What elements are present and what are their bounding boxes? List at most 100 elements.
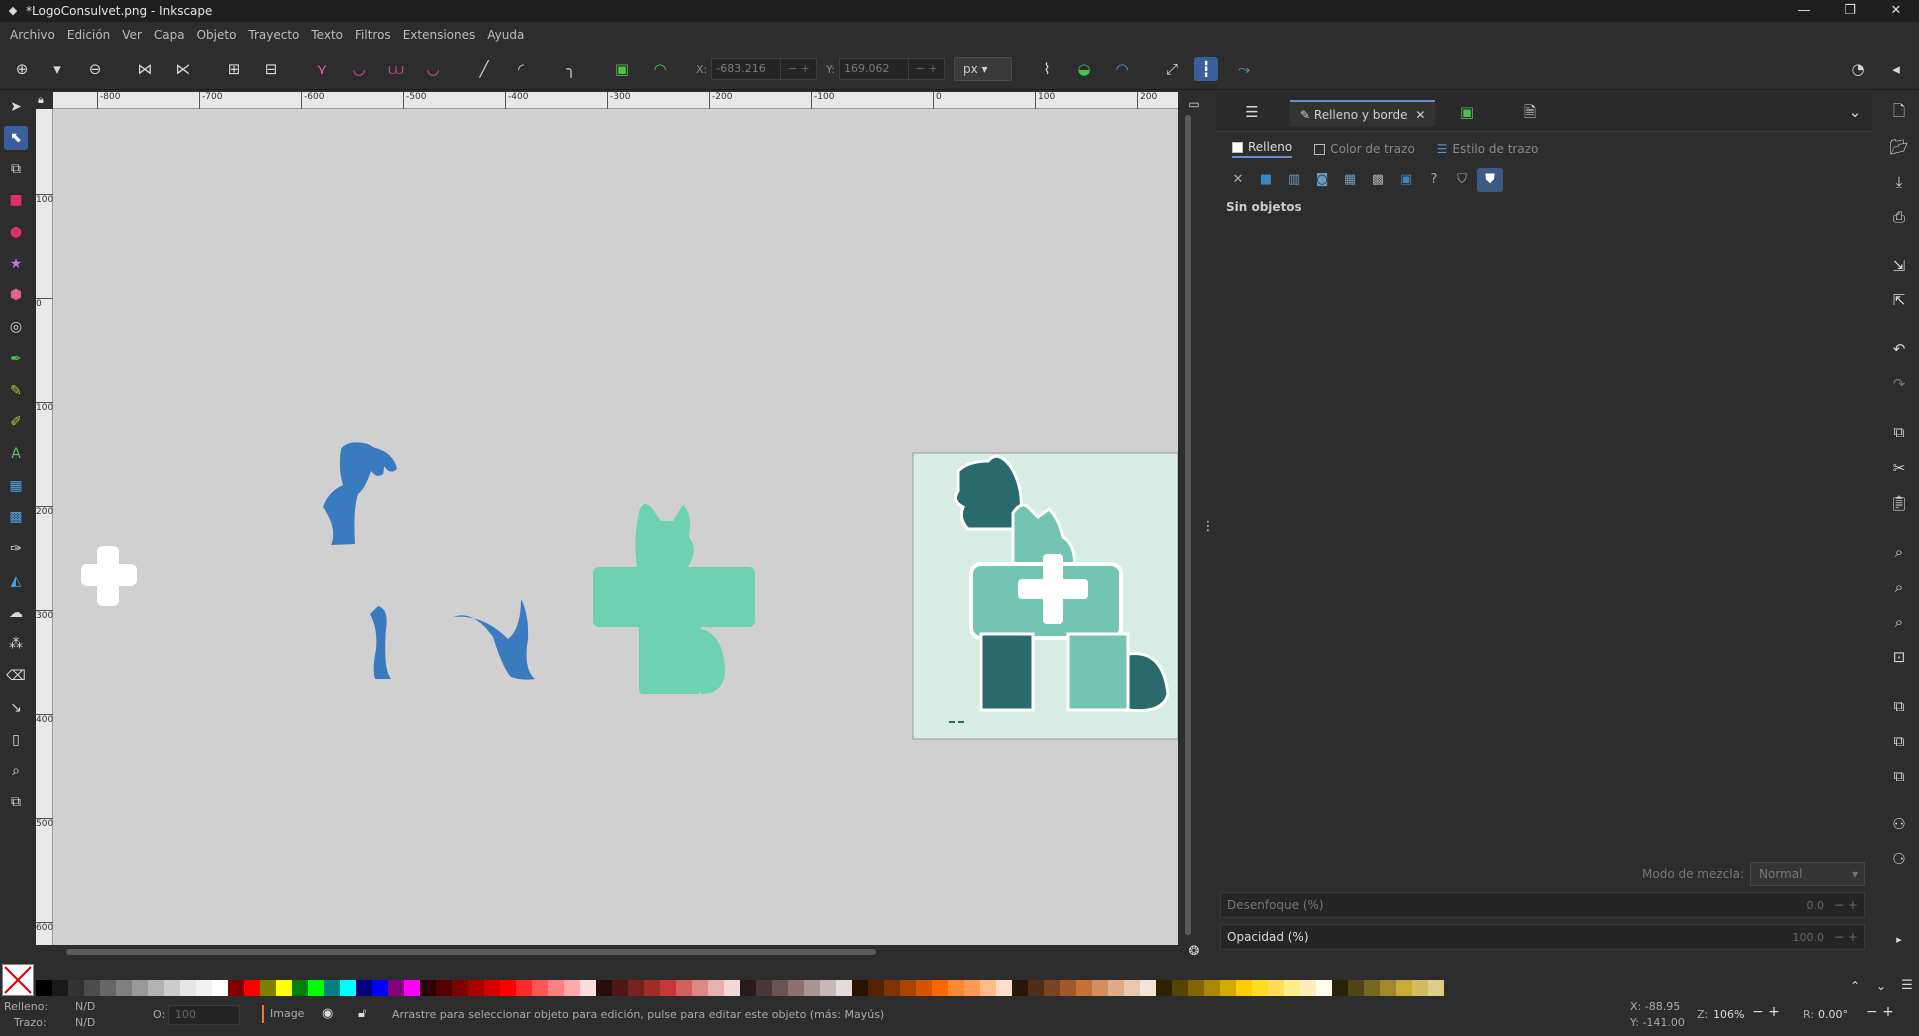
zoom-field[interactable]: 106% xyxy=(1713,1008,1744,1021)
opacity-slider[interactable]: Opacidad (%) 100.0 − + xyxy=(1220,924,1865,950)
node-tool-icon[interactable]: ⬉ xyxy=(4,126,28,150)
insert-node-icon[interactable]: ⊕ xyxy=(10,57,34,81)
blue-leg-shape[interactable] xyxy=(370,606,391,679)
node-cusp-icon[interactable]: ⋎ xyxy=(310,57,334,81)
cut-icon[interactable]: ✂ xyxy=(1885,454,1913,482)
close-tab-icon[interactable]: ✕ xyxy=(1415,108,1425,122)
join-segment-icon[interactable]: ⊞ xyxy=(222,57,246,81)
open-document-icon[interactable]: 📂︎ xyxy=(1885,133,1913,161)
color-manage-icon[interactable]: ❂ xyxy=(1182,940,1206,964)
tab-relleno-y-borde[interactable]: ✎ Relleno y borde ✕ xyxy=(1290,100,1436,126)
node-symmetric-icon[interactable]: ⩊ xyxy=(384,57,408,81)
vertical-scrollbar[interactable] xyxy=(1185,115,1191,935)
export-tab-icon[interactable]: ▣ xyxy=(1455,100,1479,124)
pattern-icon[interactable]: ▩ xyxy=(1365,168,1391,192)
fill-indicator[interactable]: N/D xyxy=(75,1000,95,1013)
layers-tab-icon[interactable]: ☰ xyxy=(1240,100,1264,124)
palette-menu-icon[interactable]: ☰ xyxy=(1895,974,1919,998)
opacity-field[interactable]: 100 xyxy=(168,1005,240,1025)
break-path-icon[interactable]: ⋉ xyxy=(171,57,195,81)
flat-color-icon[interactable]: ■ xyxy=(1253,168,1279,192)
unlink-clone-icon[interactable]: ⧉ xyxy=(1885,762,1913,790)
gradient-tool-icon[interactable]: ▦ xyxy=(4,474,28,498)
menu-archivo[interactable]: Archivo xyxy=(10,28,55,42)
mesh-tool-icon[interactable]: ▩ xyxy=(4,505,28,529)
no-color-swatch[interactable] xyxy=(2,964,34,996)
zoom-drawing-icon[interactable]: ⌕ xyxy=(1885,573,1913,601)
subtab-stroke-paint[interactable]: Color de trazo xyxy=(1314,142,1415,156)
minimize-button[interactable]: — xyxy=(1781,0,1827,22)
segment-curve-icon[interactable]: ◜ xyxy=(509,57,533,81)
show-handles-icon[interactable]: ┇ xyxy=(1194,57,1218,81)
print-document-icon[interactable]: ⎙ xyxy=(1885,203,1913,231)
blue-tail-shape[interactable] xyxy=(453,599,535,680)
pages-tool-icon[interactable]: ▯ xyxy=(4,728,28,752)
no-paint-icon[interactable]: ✕ xyxy=(1225,168,1251,192)
measure-tool-icon[interactable]: ⧉ xyxy=(4,790,28,814)
export-icon[interactable]: ⇱ xyxy=(1885,286,1913,314)
3d-box-tool-icon[interactable]: ⬢ xyxy=(4,283,28,307)
y-stepper[interactable]: − + xyxy=(908,58,945,80)
text-tool-icon[interactable]: A xyxy=(4,442,28,466)
path-effect-icon[interactable]: ◠ xyxy=(648,57,672,81)
dropper-tool-icon[interactable]: ✑ xyxy=(4,537,28,561)
menu-extensiones[interactable]: Extensiones xyxy=(403,28,476,42)
ellipse-tool-icon[interactable]: ● xyxy=(4,220,28,244)
menu-filtros[interactable]: Filtros xyxy=(355,28,391,42)
layer-visibility-icon[interactable]: ◉ xyxy=(322,1006,333,1021)
stroke-indicator[interactable]: N/D xyxy=(75,1016,95,1029)
object-to-path-icon[interactable]: ╮ xyxy=(559,57,583,81)
connector-tool-icon[interactable]: ↘ xyxy=(4,696,28,720)
mesh-gradient-icon[interactable]: ▦ xyxy=(1337,168,1363,192)
vertical-ruler[interactable]: 100 0 100 200 300 400 500 600 xyxy=(36,109,53,945)
drawing-canvas[interactable] xyxy=(53,109,1178,945)
show-clip-icon[interactable]: ⌇ xyxy=(1035,57,1059,81)
eraser-tool-icon[interactable]: ⌫ xyxy=(4,664,28,688)
calligraphy-tool-icon[interactable]: ✐ xyxy=(4,410,28,434)
blur-slider[interactable]: Desenfoque (%) 0.0 − + xyxy=(1220,892,1865,918)
logo-reference-image[interactable] xyxy=(912,452,1178,740)
clone-icon[interactable]: ⧉ xyxy=(1885,727,1913,755)
color-palette[interactable] xyxy=(36,980,1444,996)
layer-lock-icon[interactable]: 🔓︎ xyxy=(358,1006,366,1021)
undo-icon[interactable]: ↶ xyxy=(1885,335,1913,363)
show-mask-icon[interactable]: ◒ xyxy=(1072,57,1096,81)
menu-capa[interactable]: Capa xyxy=(154,28,185,42)
import-icon[interactable]: ⇲ xyxy=(1885,252,1913,280)
insert-dropdown-icon[interactable]: ▾ xyxy=(45,57,69,81)
menu-texto[interactable]: Texto xyxy=(311,28,343,42)
zoom-page-icon[interactable]: ⌕ xyxy=(1885,608,1913,636)
menu-trayecto[interactable]: Trayecto xyxy=(248,28,299,42)
opacity-stepper[interactable]: − + xyxy=(1828,930,1864,944)
group-icon[interactable]: ⚇ xyxy=(1885,810,1913,838)
blue-dog-head-shape[interactable] xyxy=(323,442,397,545)
white-cross-shape[interactable] xyxy=(81,546,137,606)
y-coordinate-field[interactable]: Y: 169.062 − + xyxy=(826,57,945,81)
menu-ver[interactable]: Ver xyxy=(122,28,142,42)
subtab-stroke-style[interactable]: ☰ Estilo de trazo xyxy=(1437,142,1539,156)
zoom-page-width-icon[interactable]: ⊡ xyxy=(1885,643,1913,671)
delete-segment-icon[interactable]: ⊟ xyxy=(259,57,283,81)
x-stepper[interactable]: − + xyxy=(781,58,818,80)
ungroup-icon[interactable]: ⚆ xyxy=(1885,845,1913,873)
paint-bucket-tool-icon[interactable]: ◭ xyxy=(4,569,28,593)
menu-objeto[interactable]: Objeto xyxy=(197,28,237,42)
spray-tool-icon[interactable]: ⁂ xyxy=(4,632,28,656)
star-tool-icon[interactable]: ★ xyxy=(4,252,28,276)
save-document-icon[interactable]: ⤓ xyxy=(1885,168,1913,196)
delete-node-icon[interactable]: ⊖ xyxy=(83,57,107,81)
paste-icon[interactable]: 📋︎ xyxy=(1885,489,1913,517)
blur-stepper[interactable]: − + xyxy=(1828,898,1864,912)
zoom-selection-icon[interactable]: ⌕ xyxy=(1885,538,1913,566)
new-document-icon[interactable]: 🗋︎ xyxy=(1885,97,1913,125)
show-outline-icon[interactable]: ⤳ xyxy=(1232,57,1256,81)
redo-icon[interactable]: ↷ xyxy=(1885,370,1913,398)
guide-lock-icon[interactable]: 🔒︎ xyxy=(38,93,44,107)
linear-gradient-icon[interactable]: ▥ xyxy=(1281,168,1307,192)
dock-menu-chevron-icon[interactable]: ⌄ xyxy=(1843,100,1867,124)
shape-builder-tool-icon[interactable]: ⧉ xyxy=(4,157,28,181)
menu-edicion[interactable]: Edición xyxy=(67,28,110,42)
zoom-stepper[interactable]: − + xyxy=(1752,1004,1780,1020)
unit-select[interactable]: px ▾ xyxy=(954,57,1012,81)
join-nodes-icon[interactable]: ⋈ xyxy=(133,57,157,81)
